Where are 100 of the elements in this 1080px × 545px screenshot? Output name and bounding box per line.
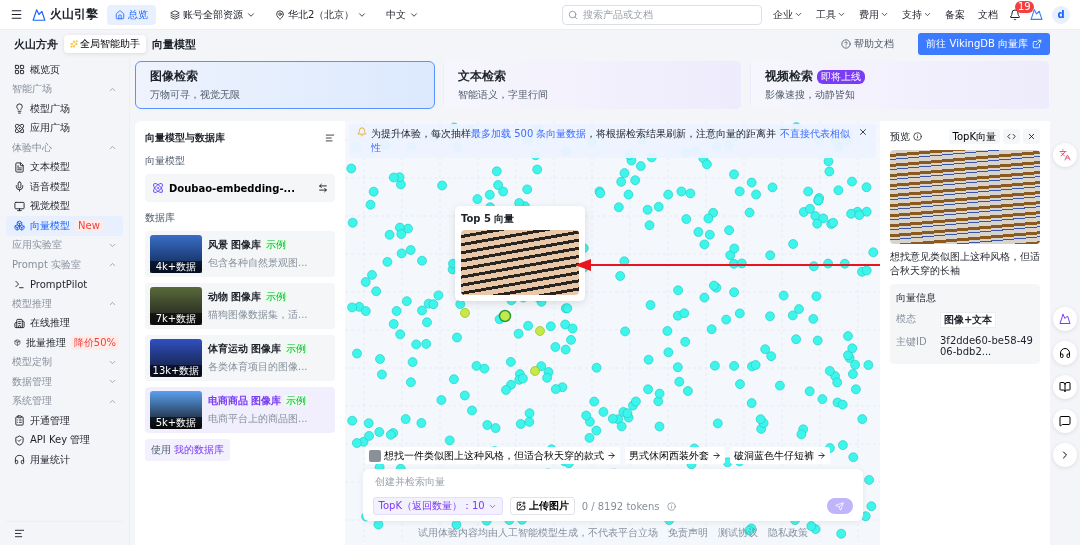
query-field[interactable]: 创建并检索向量 bbox=[372, 475, 853, 488]
home-tab[interactable]: 总览 bbox=[107, 4, 156, 25]
sidebar-item[interactable]: PromptPilot bbox=[6, 274, 123, 294]
sidebar-item[interactable]: 文本模型 bbox=[6, 157, 123, 177]
sidebar-item[interactable]: 在线推理 bbox=[6, 313, 123, 333]
sidebar-item[interactable]: 视觉模型 bbox=[6, 196, 123, 216]
mountain-icon[interactable] bbox=[1030, 8, 1043, 21]
sidebar-item[interactable]: 向量模型 New bbox=[6, 216, 123, 236]
account-dropdown[interactable]: 账号全部资源 bbox=[165, 7, 261, 22]
region-dropdown[interactable]: 华北2（北京） bbox=[270, 7, 373, 22]
collapse-icon[interactable] bbox=[14, 528, 25, 539]
mountain-icon bbox=[32, 7, 46, 22]
panel-title: 向量模型与数据库 bbox=[145, 131, 225, 145]
translate-icon bbox=[1059, 149, 1071, 161]
terminal-icon bbox=[14, 278, 25, 290]
monitor-icon bbox=[14, 200, 25, 212]
nav-menu[interactable]: 支持 bbox=[900, 7, 934, 22]
layers-icon bbox=[170, 9, 180, 20]
vikingdb-button[interactable]: 前往 VikingDB 向量库 bbox=[918, 33, 1050, 55]
topk-button[interactable]: TopK向量 bbox=[948, 129, 1000, 144]
help-link[interactable]: 帮助文档 bbox=[835, 36, 901, 52]
model-logo-icon bbox=[152, 182, 164, 194]
building-icon bbox=[14, 317, 25, 329]
model-selector[interactable]: Doubao-embedding-... bbox=[145, 174, 335, 202]
translate-button[interactable] bbox=[1053, 143, 1077, 167]
mountain-icon bbox=[1059, 313, 1071, 325]
close-icon[interactable] bbox=[858, 127, 868, 137]
my-database-link[interactable]: 我的数据库 bbox=[174, 444, 225, 455]
mode-subtitle: 万物可寻，视觉无限 bbox=[150, 88, 240, 102]
arrow-right-icon bbox=[712, 451, 721, 460]
page-title: 向量模型 bbox=[152, 36, 196, 52]
image-icon bbox=[515, 501, 526, 511]
sidebar-item[interactable]: 概览页 bbox=[6, 60, 123, 80]
preview-title: 预览 bbox=[890, 129, 910, 144]
bell-icon[interactable] bbox=[1009, 8, 1021, 21]
section-label: 数据库 bbox=[145, 211, 176, 225]
grid-icon bbox=[14, 64, 25, 76]
my-database-text: 使用 我的数据库 bbox=[145, 439, 231, 461]
nav-link[interactable]: 文档 bbox=[976, 7, 1000, 22]
notice-text: 为提升体验，每次抽样最多加载 500 条向量数据，将根据检索结果刷新，注意向量的距离并 不直接代表相似性 bbox=[371, 127, 851, 155]
close-icon bbox=[1027, 132, 1036, 141]
photo-placeholder bbox=[369, 449, 381, 462]
nav-link[interactable]: 备案 bbox=[943, 7, 967, 22]
sidebar-item[interactable]: API Key 管理 bbox=[6, 430, 123, 450]
nav-menu[interactable]: 费用 bbox=[857, 7, 891, 22]
document-icon bbox=[14, 161, 25, 173]
upload-image-button[interactable]: 上传图片 bbox=[509, 497, 575, 515]
nav-menu[interactable]: 企业 bbox=[771, 7, 805, 22]
sidebar-badge: 降价50% bbox=[70, 335, 119, 350]
close-button[interactable] bbox=[1023, 129, 1040, 144]
sidebar-item[interactable]: 应用广场 bbox=[6, 118, 123, 138]
nav-menu[interactable]: 工具 bbox=[814, 7, 848, 22]
assistant-button[interactable] bbox=[1053, 307, 1077, 331]
database-description: 包含各种自然景观图... bbox=[208, 256, 308, 270]
search-mode-tab[interactable]: 图像检索 万物可寻，视觉无限 bbox=[135, 61, 435, 109]
info-title: 向量信息 bbox=[896, 291, 937, 305]
section-label: 向量模型 bbox=[145, 154, 186, 168]
language-dropdown[interactable]: 中文 bbox=[381, 7, 425, 22]
code-button[interactable] bbox=[1003, 129, 1020, 144]
info-icon bbox=[913, 132, 922, 141]
suggestion-chip[interactable]: 男式休闲西装外套 bbox=[625, 447, 725, 464]
lightbulb-icon bbox=[14, 103, 25, 115]
database-card[interactable]: 5k+数据 电商商品 图像库 示例 电商平台上的商品图... bbox=[145, 387, 335, 433]
suggestion-chip[interactable]: 破洞蓝色牛仔短裤 bbox=[730, 447, 830, 464]
package-icon bbox=[14, 337, 21, 349]
database-card[interactable]: 7k+数据 动物 图像库 示例 猫狗图像数据集，适... bbox=[145, 283, 335, 329]
external-link-icon bbox=[1032, 39, 1042, 49]
database-description: 猫狗图像数据集，适... bbox=[208, 308, 308, 322]
preview-caption: 想找意见类似图上这种风格，但适合秋天穿的长袖 bbox=[890, 250, 1040, 278]
chevron-down-icon bbox=[923, 10, 932, 19]
topk-select[interactable]: TopK（返回数量）：10 bbox=[372, 497, 503, 515]
database-card[interactable]: 4k+数据 风景 图像库 示例 包含各种自然景观图... bbox=[145, 231, 335, 277]
docs-button[interactable] bbox=[1053, 375, 1077, 399]
headphones-icon bbox=[14, 454, 25, 466]
feedback-button[interactable] bbox=[1053, 409, 1077, 433]
sidebar-item[interactable]: 用量统计 bbox=[6, 450, 123, 470]
arrow-right-icon bbox=[607, 451, 616, 460]
pin-icon bbox=[275, 9, 285, 20]
mode-title: 图像检索 bbox=[150, 68, 198, 85]
book-icon bbox=[1059, 381, 1071, 393]
database-name: 风景 图像库 示例 bbox=[208, 238, 290, 252]
database-card[interactable]: 13k+数据 体育运动 图像库 示例 各类体育项目的图像... bbox=[145, 335, 335, 381]
sidebar-item[interactable]: 开通管理 bbox=[6, 411, 123, 431]
menu-icon[interactable] bbox=[10, 8, 23, 21]
field-value: 3f2dde60-be58-4906-bdb2... bbox=[940, 335, 1034, 357]
brand-logo: 火山引擎 bbox=[32, 6, 98, 23]
search-mode-tab[interactable]: 视频检索 即将上线 影像速搜，动静皆知 bbox=[750, 61, 1050, 109]
disclaimer-text: 试用体验内容均由人工智能模型生成，不代表平台立场 bbox=[417, 526, 658, 540]
support-button[interactable] bbox=[1053, 341, 1077, 365]
user-avatar[interactable]: d bbox=[1052, 5, 1070, 24]
suggestion-chip[interactable]: 想找一件类似图上这种风格，但适合秋天穿的款式 bbox=[365, 447, 620, 464]
sidebar-item[interactable]: 语音模型 bbox=[6, 177, 123, 197]
search-icon bbox=[568, 9, 578, 20]
database-name: 动物 图像库 示例 bbox=[208, 290, 290, 304]
assistant-button[interactable]: 全局智能助手 bbox=[64, 35, 146, 53]
search-mode-tab[interactable]: 文本检索 智能语义，字里行间 bbox=[442, 61, 743, 109]
sidebar-item[interactable]: 模型广场 bbox=[6, 99, 123, 119]
modality-tag: 图像+文本 bbox=[940, 312, 997, 328]
sidebar-item[interactable]: 批量推理 降价50% bbox=[6, 333, 123, 353]
search-field[interactable]: 搜索产品或文档 bbox=[562, 4, 762, 25]
